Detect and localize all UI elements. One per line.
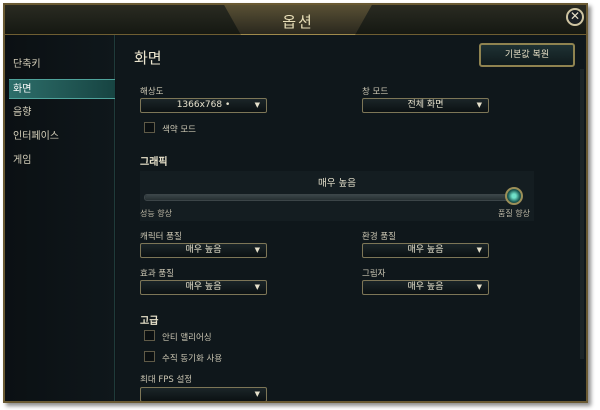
resolution-label: 해상도: [140, 87, 164, 97]
vsync-checkbox[interactable]: [144, 351, 155, 362]
restore-defaults-button[interactable]: 기본값 복원: [479, 43, 575, 67]
window-title: 옵션: [282, 13, 314, 31]
shadows-dropdown[interactable]: 매우 높음 ▼: [362, 280, 489, 295]
sidebar-item-hotkeys[interactable]: 단축키: [9, 55, 115, 75]
character-quality-dropdown[interactable]: 매우 높음 ▼: [140, 243, 267, 258]
scrollbar[interactable]: [580, 69, 584, 359]
antialiasing-checkbox[interactable]: [144, 330, 155, 341]
slider-value-label: 매우 높음: [318, 178, 356, 189]
colorblind-label: 색약 모드: [162, 125, 196, 135]
slider-handle[interactable]: [505, 187, 523, 205]
settings-panel: 화면 기본값 복원 해상도 1366x768 • ▼ 창 모드 전체 화면 ▼ …: [116, 35, 586, 401]
chevron-down-icon: ▼: [254, 390, 260, 398]
window-mode-value: 전체 화면: [407, 100, 444, 110]
antialiasing-label: 안티 앨리어싱: [162, 333, 212, 343]
effects-quality-value: 매우 높음: [185, 282, 222, 292]
graphics-quality-slider[interactable]: 매우 높음 성능 향상 품질 향상: [140, 171, 534, 221]
chevron-down-icon: ▼: [476, 283, 482, 291]
shadows-label: 그림자: [362, 269, 386, 279]
colorblind-checkbox[interactable]: [144, 122, 155, 133]
page-title: 화면: [134, 49, 162, 67]
environment-quality-label: 환경 품질: [362, 232, 396, 242]
close-icon[interactable]: ✕: [566, 8, 584, 26]
chevron-down-icon: ▼: [254, 246, 260, 254]
resolution-dropdown[interactable]: 1366x768 • ▼: [140, 98, 267, 113]
character-quality-value: 매우 높음: [185, 245, 222, 255]
sidebar: 단축키 화면 음향 인터페이스 게임: [5, 35, 115, 401]
window-mode-dropdown[interactable]: 전체 화면 ▼: [362, 98, 489, 113]
sidebar-item-screen[interactable]: 화면: [9, 79, 115, 99]
slider-fill: [145, 195, 513, 200]
shadows-value: 매우 높음: [407, 282, 444, 292]
sidebar-item-interface[interactable]: 인터페이스: [9, 127, 115, 147]
slider-max-label: 품질 향상: [498, 209, 530, 218]
chevron-down-icon: ▼: [254, 283, 260, 291]
character-quality-label: 캐릭터 품질: [140, 232, 182, 242]
sidebar-item-sound[interactable]: 음향: [9, 103, 115, 123]
title-bar: 옵션 ✕: [5, 5, 586, 35]
effects-quality-label: 효과 품질: [140, 269, 174, 279]
environment-quality-value: 매우 높음: [407, 245, 444, 255]
resolution-value: 1366x768 •: [176, 100, 231, 110]
advanced-heading: 고급: [140, 316, 159, 327]
graphics-heading: 그래픽: [140, 157, 168, 168]
max-fps-label: 최대 FPS 설정: [140, 375, 193, 385]
sidebar-item-game[interactable]: 게임: [9, 151, 115, 171]
vsync-label: 수직 동기화 사용: [162, 354, 223, 364]
chevron-down-icon: ▼: [476, 101, 482, 109]
slider-min-label: 성능 향상: [140, 209, 172, 218]
options-window: 옵션 ✕ 단축키 화면 음향 인터페이스 게임 화면 기본값 복원 해상도 13…: [3, 3, 588, 403]
window-mode-label: 창 모드: [362, 87, 389, 97]
effects-quality-dropdown[interactable]: 매우 높음 ▼: [140, 280, 267, 295]
chevron-down-icon: ▼: [476, 246, 482, 254]
slider-track[interactable]: [144, 194, 514, 201]
chevron-down-icon: ▼: [254, 101, 260, 109]
environment-quality-dropdown[interactable]: 매우 높음 ▼: [362, 243, 489, 258]
max-fps-dropdown[interactable]: ▼: [140, 387, 267, 401]
